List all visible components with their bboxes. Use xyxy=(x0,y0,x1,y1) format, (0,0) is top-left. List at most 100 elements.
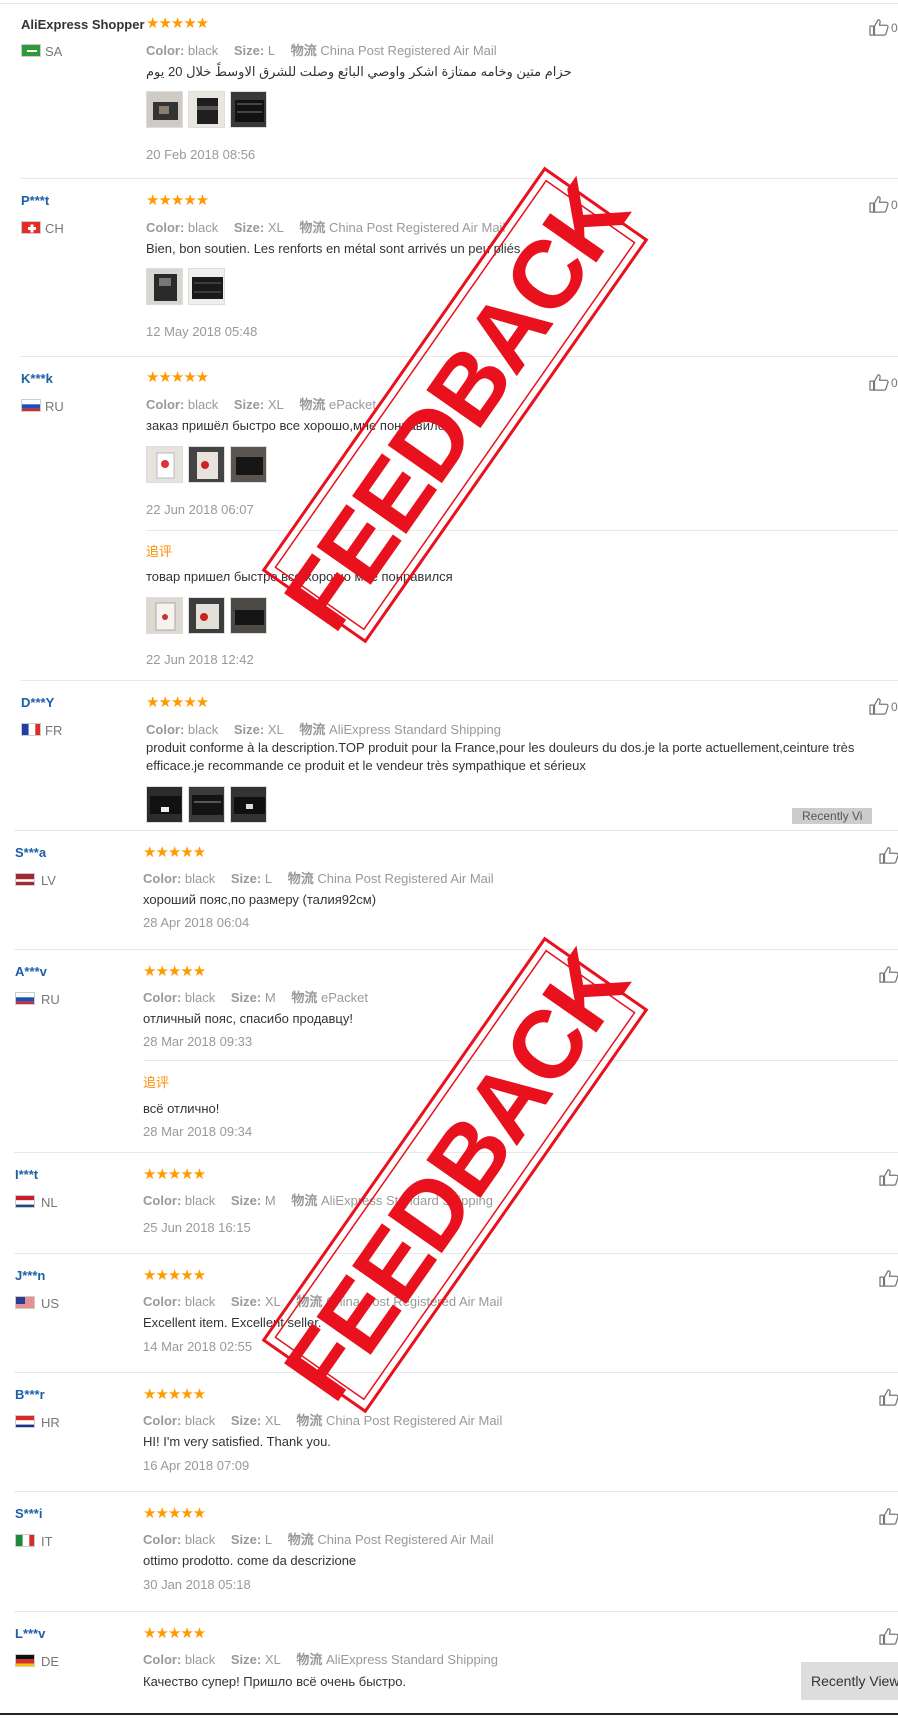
feedback-list: AliExpress Shopper SA ★★★★★ Color: black… xyxy=(0,0,898,1725)
divider xyxy=(14,1152,898,1153)
shipping-label: 物流 xyxy=(291,990,318,1005)
review-text: HI! I'm very satisfied. Thank you. xyxy=(143,1434,331,1449)
review-photo[interactable] xyxy=(146,597,183,634)
order-attributes: Color: black Size: XL 物流 AliExpress Stan… xyxy=(143,1649,498,1668)
recently-viewed-button[interactable]: Recently Viewed xyxy=(801,1662,898,1700)
followup-text: товар пришел быстро все хорошо мне понра… xyxy=(146,569,453,584)
color-label: Color: xyxy=(143,990,182,1005)
color-value: black xyxy=(184,1413,216,1428)
shipping-value: China Post Registered Air Mail xyxy=(320,43,497,58)
helpful-count: 0 xyxy=(891,700,898,714)
followup-label: 追评 xyxy=(143,1075,170,1090)
review-photo[interactable] xyxy=(230,597,267,634)
color-value: black xyxy=(184,1532,216,1547)
rating-stars: ★★★★★ xyxy=(146,192,209,209)
flag-lv-icon xyxy=(15,873,35,886)
rating-stars: ★★★★★ xyxy=(143,1505,206,1522)
flag-hr-icon xyxy=(15,1415,35,1428)
shipping-value: China Post Registered Air Mail xyxy=(329,220,506,235)
review-text: Bien, bon soutien. Les renforts en métal… xyxy=(146,241,524,256)
divider xyxy=(21,680,898,681)
review-photo[interactable] xyxy=(230,786,267,823)
review-date: 16 Apr 2018 07:09 xyxy=(143,1458,250,1473)
size-label: Size: xyxy=(230,990,262,1005)
flag-de-icon xyxy=(15,1654,35,1667)
reviewer-name[interactable]: AliExpress Shopper xyxy=(21,17,145,32)
color-value: black xyxy=(184,1294,216,1309)
flag-it-icon xyxy=(15,1534,35,1547)
recently-viewed-tab[interactable]: Recently Vi xyxy=(792,808,873,824)
thumbs-up-icon[interactable] xyxy=(879,1388,898,1406)
thumbs-up-icon[interactable] xyxy=(879,1269,898,1287)
reviewer-country: FR xyxy=(45,723,63,738)
flag-ch-icon xyxy=(21,221,41,234)
order-attributes: Color: black Size: XL 物流 AliExpress Stan… xyxy=(146,719,501,738)
divider xyxy=(14,1372,898,1373)
shipping-label: 物流 xyxy=(296,1413,323,1428)
thumbs-up-icon[interactable] xyxy=(869,195,889,213)
order-attributes: Color: black Size: XL 物流 China Post Regi… xyxy=(146,217,505,236)
thumbs-up-icon[interactable] xyxy=(879,1627,898,1645)
order-attributes: Color: black Size: L 物流 China Post Regis… xyxy=(143,1529,494,1548)
review-text: produit conforme à la description.TOP pr… xyxy=(146,740,855,755)
reviewer-name[interactable]: B***r xyxy=(15,1387,45,1402)
review-photo[interactable] xyxy=(146,91,183,128)
reviewer-name[interactable]: I***t xyxy=(15,1167,38,1182)
size-value: L xyxy=(267,43,276,58)
review-photo[interactable] xyxy=(188,91,225,128)
review-photo[interactable] xyxy=(188,786,225,823)
bottom-border xyxy=(0,1713,898,1715)
followup-photos xyxy=(146,597,267,634)
reviewer-country: LV xyxy=(41,873,56,888)
reviewer-name[interactable]: P***t xyxy=(21,193,49,208)
review-text: حزام متين وخامه ممتازة اشكر واوصي البائع… xyxy=(146,64,572,79)
size-value: XL xyxy=(267,722,284,737)
review-photo[interactable] xyxy=(230,446,267,483)
thumbs-up-icon[interactable] xyxy=(879,1507,898,1525)
thumbs-up-icon[interactable] xyxy=(869,373,889,391)
flag-ru-icon xyxy=(21,399,41,412)
review-text: отличный пояс, спасибо продавцу! xyxy=(143,1011,353,1026)
reviewer-country: NL xyxy=(41,1195,58,1210)
thumbs-up-icon[interactable] xyxy=(879,1168,898,1186)
flag-ru-icon xyxy=(15,992,35,1005)
size-value: XL xyxy=(264,1294,281,1309)
reviewer-name[interactable]: A***v xyxy=(15,964,47,979)
helpful-count: 0 xyxy=(891,21,898,35)
thumbs-up-icon[interactable] xyxy=(869,697,889,715)
followup-label: 追评 xyxy=(146,544,173,559)
reviewer-name[interactable]: K***k xyxy=(21,371,53,386)
thumbs-up-icon[interactable] xyxy=(879,846,898,864)
review-photo[interactable] xyxy=(146,786,183,823)
rating-stars: ★★★★★ xyxy=(143,1386,206,1403)
size-value: M xyxy=(264,1193,276,1208)
review-photo[interactable] xyxy=(146,268,183,305)
size-value: XL xyxy=(264,1413,281,1428)
reviewer-name[interactable]: J***n xyxy=(15,1268,45,1283)
reviewer-name[interactable]: L***v xyxy=(15,1626,45,1641)
review-photo[interactable] xyxy=(188,268,225,305)
flag-us-icon xyxy=(15,1296,35,1309)
reviewer-name[interactable]: S***i xyxy=(15,1506,42,1521)
divider xyxy=(14,1253,898,1254)
review-photo[interactable] xyxy=(188,597,225,634)
thumbs-up-icon[interactable] xyxy=(879,965,898,983)
color-label: Color: xyxy=(143,1193,182,1208)
color-value: black xyxy=(187,220,219,235)
reviewer-country: RU xyxy=(45,399,64,414)
order-attributes: Color: black Size: XL 物流 ePacket xyxy=(146,394,376,413)
review-date: 20 Feb 2018 08:56 xyxy=(146,147,256,162)
rating-stars: ★★★★★ xyxy=(143,963,206,980)
review-photo[interactable] xyxy=(146,446,183,483)
review-text: заказ пришёл быстро все хорошо,мне понра… xyxy=(146,418,459,433)
review-photo[interactable] xyxy=(188,446,225,483)
color-label: Color: xyxy=(143,1294,182,1309)
color-value: black xyxy=(187,43,219,58)
reviewer-name[interactable]: S***a xyxy=(15,845,46,860)
thumbs-up-icon[interactable] xyxy=(869,18,889,36)
review-photos xyxy=(146,91,267,128)
rating-stars: ★★★★★ xyxy=(143,1267,206,1284)
review-photo[interactable] xyxy=(230,91,267,128)
reviewer-name[interactable]: D***Y xyxy=(21,695,54,710)
review-date: 22 Jun 2018 06:07 xyxy=(146,502,254,517)
